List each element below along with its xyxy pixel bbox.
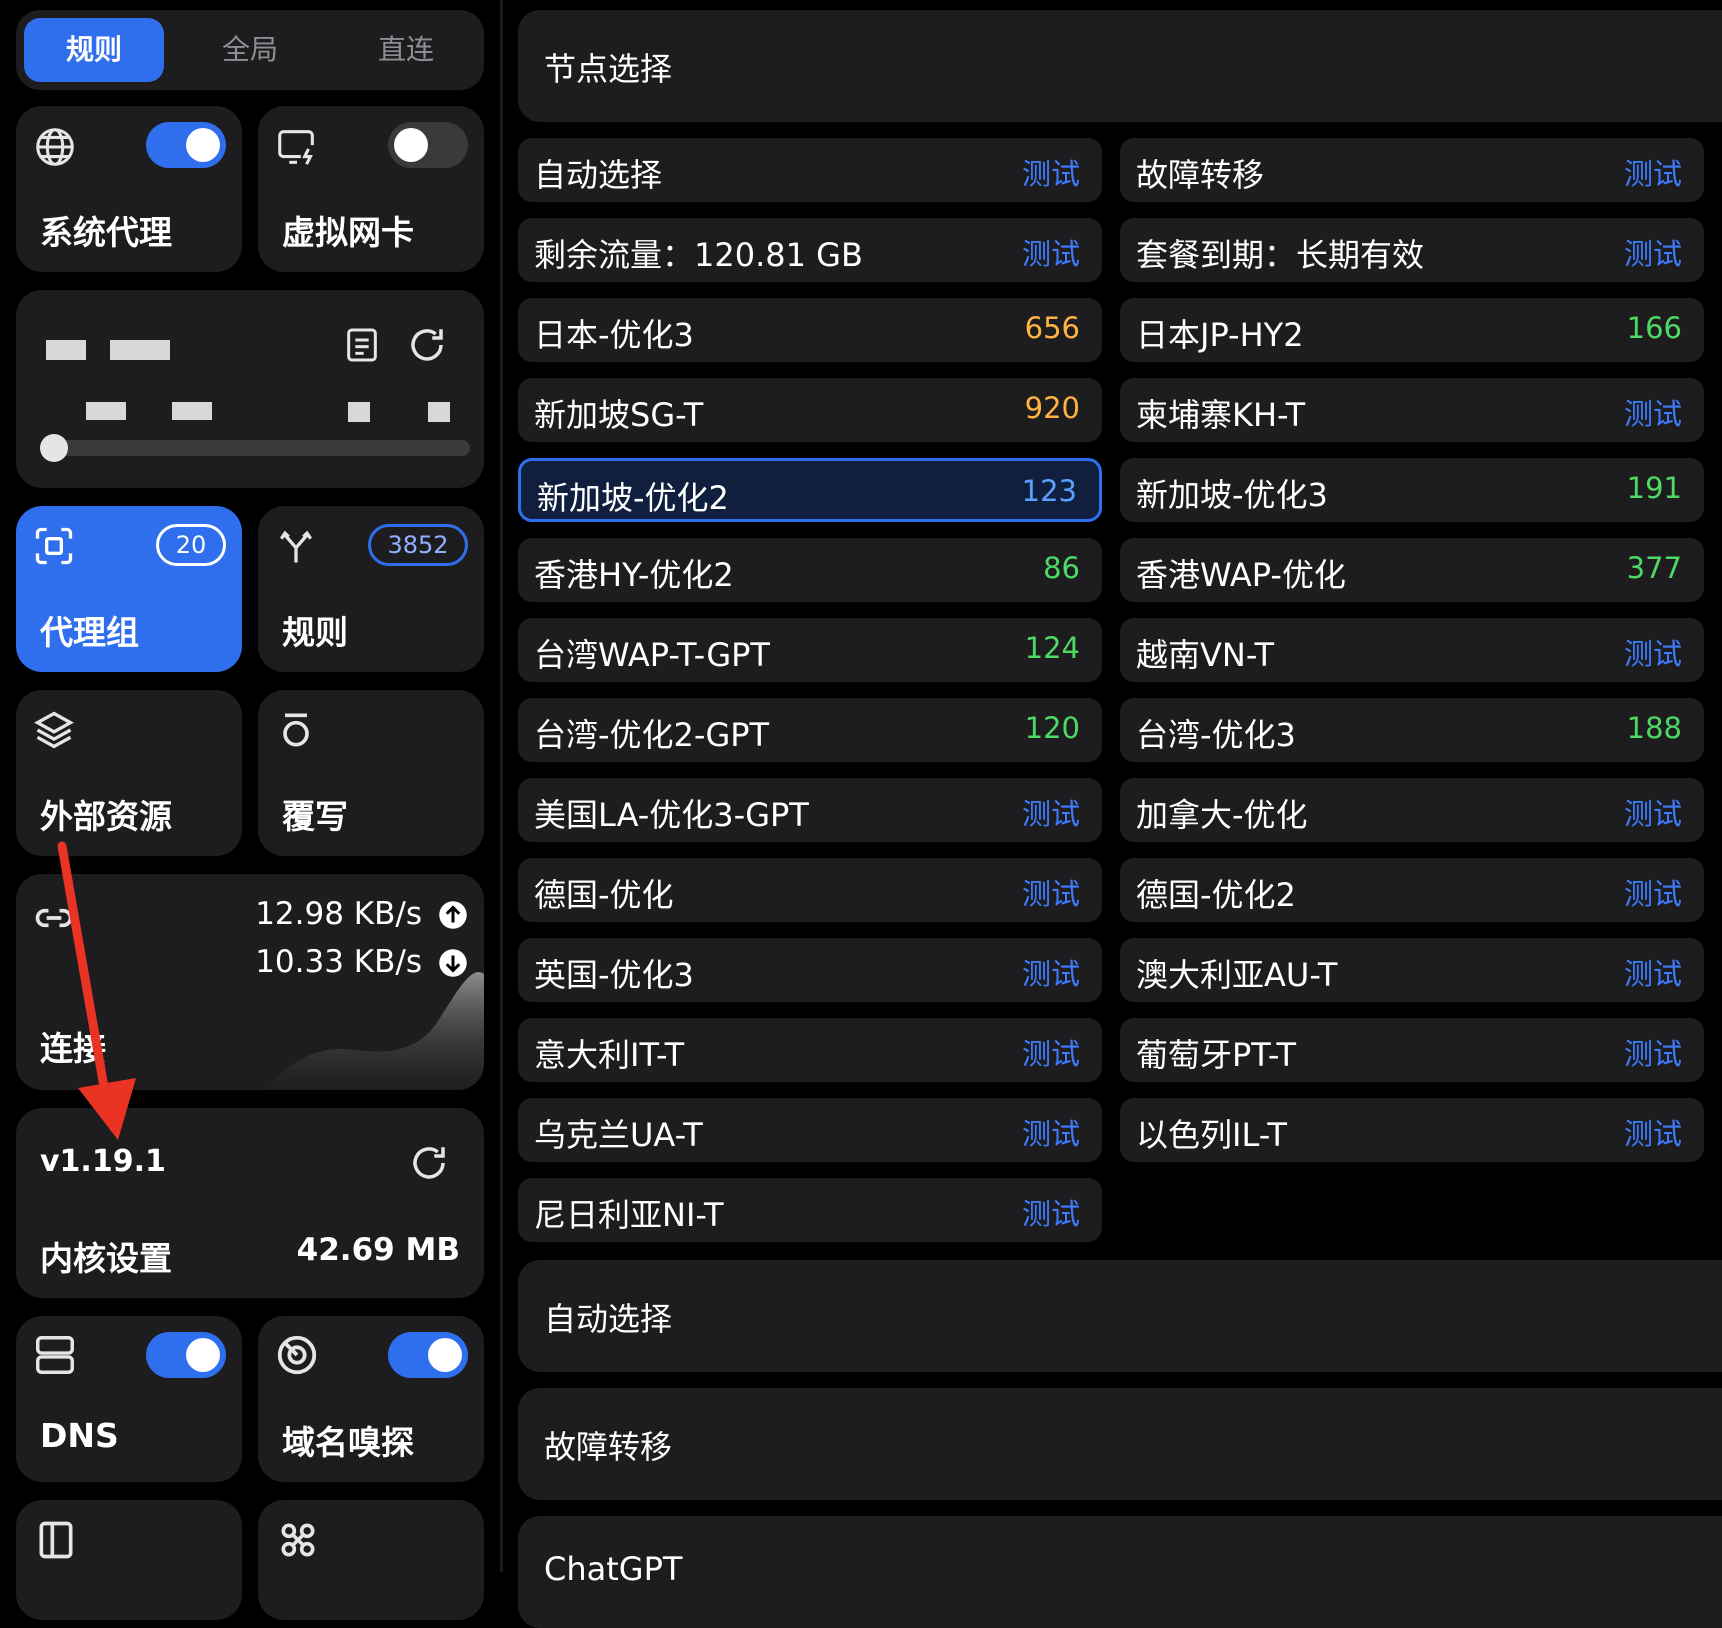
proxy-node-name: 柬埔寨KH-T	[1136, 396, 1306, 434]
proxy-node[interactable]: 尼日利亚NI-T 测试	[518, 1178, 1102, 1242]
proxy-node-name: 日本JP-HY2	[1136, 316, 1304, 354]
proxy-node[interactable]: 英国-优化3 测试	[518, 938, 1102, 1002]
group-card-chatgpt[interactable]: ChatGPT	[518, 1516, 1722, 1628]
proxy-node[interactable]: 台湾-优化2-GPT 120	[518, 698, 1102, 762]
latency-test-button[interactable]: 测试	[1624, 951, 1682, 993]
proxy-node-name: 乌克兰UA-T	[534, 1116, 703, 1154]
latency-test-button[interactable]: 测试	[1022, 951, 1080, 993]
proxy-node[interactable]: 意大利IT-T 测试	[518, 1018, 1102, 1082]
group-title: ChatGPT	[544, 1550, 683, 1588]
proxy-node-name: 自动选择	[534, 156, 663, 194]
latency-test-button[interactable]: 测试	[1624, 631, 1682, 673]
proxy-node[interactable]: 新加坡-优化3 191	[1120, 458, 1704, 522]
proxy-node[interactable]: 自动选择 测试	[518, 138, 1102, 202]
proxy-node[interactable]: 新加坡-优化2 123	[518, 458, 1102, 522]
proxy-node[interactable]: 以色列IL-T 测试	[1120, 1098, 1704, 1162]
proxy-node[interactable]: 葡萄牙PT-T 测试	[1120, 1018, 1704, 1082]
proxy-node-name: 故障转移	[1136, 156, 1265, 194]
annotation-arrow	[57, 841, 136, 1140]
proxy-node-name: 德国-优化2	[1136, 876, 1296, 914]
latency-test-button[interactable]: 测试	[1624, 791, 1682, 833]
proxy-node-name: 台湾WAP-T-GPT	[534, 636, 770, 674]
proxy-node-name: 意大利IT-T	[534, 1036, 685, 1074]
proxy-node-name: 加拿大-优化	[1136, 796, 1308, 834]
proxy-node[interactable]: 柬埔寨KH-T 测试	[1120, 378, 1704, 442]
group-card-node-select[interactable]: 节点选择	[518, 10, 1722, 122]
proxy-node-name: 英国-优化3	[534, 956, 694, 994]
proxy-node-name: 香港WAP-优化	[1136, 556, 1346, 594]
latency-test-button[interactable]: 测试	[1624, 1031, 1682, 1073]
latency-value: 188	[1626, 711, 1682, 745]
proxy-node[interactable]: 美国LA-优化3-GPT 测试	[518, 778, 1102, 842]
group-card-auto-select[interactable]: 自动选择	[518, 1260, 1722, 1372]
latency-test-button[interactable]: 测试	[1022, 1191, 1080, 1233]
proxy-node[interactable]: 香港HY-优化2 86	[518, 538, 1102, 602]
group-title: 自动选择	[544, 1300, 673, 1338]
latency-test-button[interactable]: 测试	[1624, 1111, 1682, 1153]
latency-value: 377	[1626, 551, 1682, 585]
latency-value: 656	[1024, 311, 1080, 345]
proxy-node-name: 葡萄牙PT-T	[1136, 1036, 1297, 1074]
proxy-node-name: 尼日利亚NI-T	[534, 1196, 724, 1234]
proxy-node-name: 新加坡-优化2	[537, 479, 729, 517]
latency-value: 920	[1024, 391, 1080, 425]
proxy-node-name: 日本-优化3	[534, 316, 694, 354]
proxy-node[interactable]: 故障转移 测试	[1120, 138, 1704, 202]
latency-value: 166	[1626, 311, 1682, 345]
proxy-node-name: 台湾-优化3	[1136, 716, 1296, 754]
latency-test-button[interactable]: 测试	[1624, 871, 1682, 913]
proxy-node[interactable]: 台湾-优化3 188	[1120, 698, 1704, 762]
proxy-node[interactable]: 台湾WAP-T-GPT 124	[518, 618, 1102, 682]
group-title: 故障转移	[544, 1428, 673, 1466]
proxy-node[interactable]: 越南VN-T 测试	[1120, 618, 1704, 682]
latency-value: 86	[1043, 551, 1080, 585]
latency-test-button[interactable]: 测试	[1022, 1111, 1080, 1153]
proxy-node[interactable]: 德国-优化2 测试	[1120, 858, 1704, 922]
latency-value: 191	[1626, 471, 1682, 505]
proxy-node-name: 新加坡SG-T	[534, 396, 704, 434]
proxy-node-name: 香港HY-优化2	[534, 556, 734, 594]
latency-value: 124	[1024, 631, 1080, 665]
proxy-node[interactable]: 套餐到期：长期有效 测试	[1120, 218, 1704, 282]
proxy-node-name: 套餐到期：长期有效	[1136, 236, 1425, 274]
latency-test-button[interactable]: 测试	[1022, 791, 1080, 833]
proxy-node-name: 澳大利亚AU-T	[1136, 956, 1338, 994]
proxy-node[interactable]: 新加坡SG-T 920	[518, 378, 1102, 442]
latency-test-button[interactable]: 测试	[1624, 151, 1682, 193]
panel-divider	[500, 0, 503, 1572]
group-card-failover[interactable]: 故障转移	[518, 1388, 1722, 1500]
latency-value: 123	[1021, 474, 1077, 508]
proxy-node[interactable]: 加拿大-优化 测试	[1120, 778, 1704, 842]
proxy-node-name: 德国-优化	[534, 876, 674, 914]
latency-test-button[interactable]: 测试	[1022, 151, 1080, 193]
proxy-node[interactable]: 剩余流量：120.81 GB 测试	[518, 218, 1102, 282]
proxy-node-name: 越南VN-T	[1136, 636, 1274, 674]
latency-test-button[interactable]: 测试	[1022, 871, 1080, 913]
proxy-node-name: 美国LA-优化3-GPT	[534, 796, 809, 834]
proxy-node-name: 剩余流量：120.81 GB	[534, 236, 863, 274]
proxy-node[interactable]: 澳大利亚AU-T 测试	[1120, 938, 1704, 1002]
proxy-node-name: 新加坡-优化3	[1136, 476, 1328, 514]
latency-test-button[interactable]: 测试	[1624, 231, 1682, 273]
proxy-node[interactable]: 德国-优化 测试	[518, 858, 1102, 922]
proxy-node-name: 台湾-优化2-GPT	[534, 716, 770, 754]
proxy-node[interactable]: 日本-优化3 656	[518, 298, 1102, 362]
group-title: 节点选择	[544, 50, 673, 88]
proxy-node[interactable]: 乌克兰UA-T 测试	[518, 1098, 1102, 1162]
proxy-node[interactable]: 香港WAP-优化 377	[1120, 538, 1704, 602]
latency-test-button[interactable]: 测试	[1022, 1031, 1080, 1073]
proxy-node-name: 以色列IL-T	[1136, 1116, 1287, 1154]
latency-test-button[interactable]: 测试	[1624, 391, 1682, 433]
proxy-node[interactable]: 日本JP-HY2 166	[1120, 298, 1704, 362]
latency-value: 120	[1024, 711, 1080, 745]
latency-test-button[interactable]: 测试	[1022, 231, 1080, 273]
